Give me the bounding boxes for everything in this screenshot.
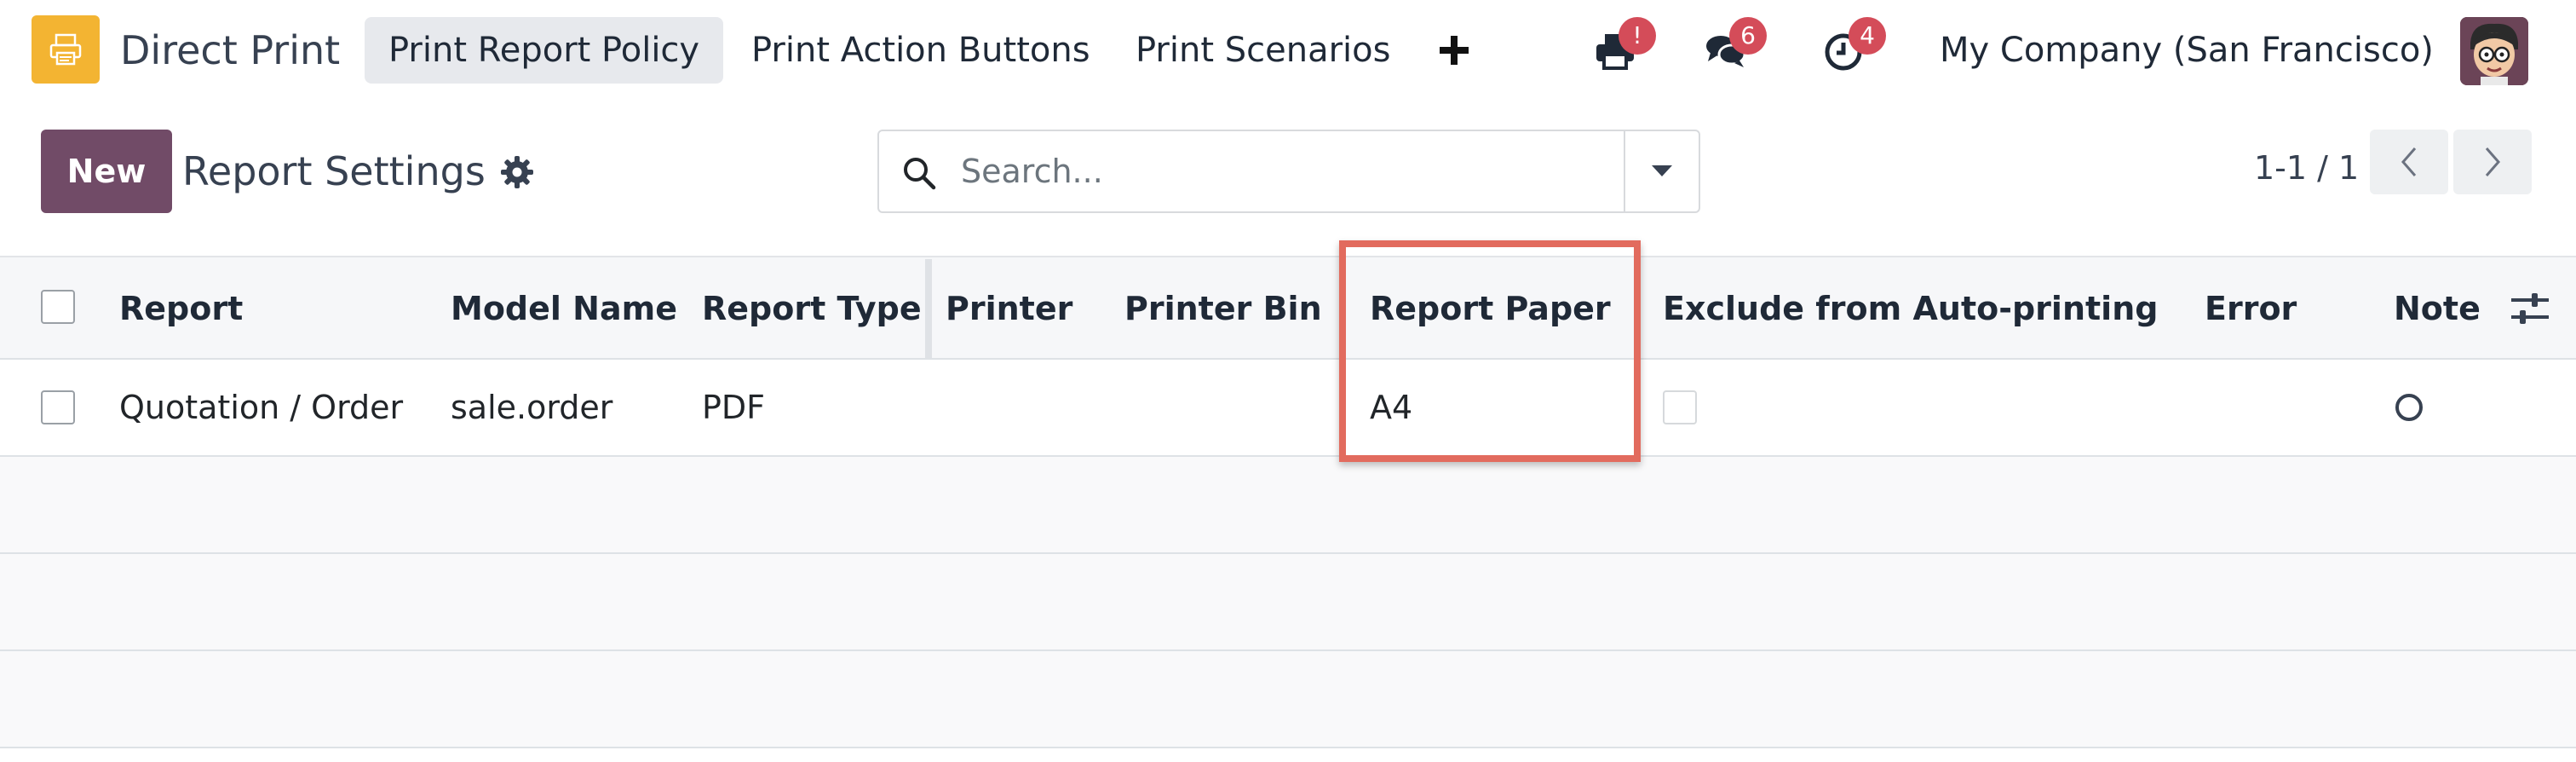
user-avatar[interactable] <box>2460 17 2528 85</box>
optional-columns-icon[interactable] <box>2510 290 2550 327</box>
column-header-report-type[interactable]: Report Type <box>702 257 922 360</box>
chevron-left-icon <box>2401 147 2417 176</box>
activities-badge: 4 <box>1849 17 1886 55</box>
printer-systray[interactable]: ! <box>1593 17 1656 73</box>
app-icon[interactable] <box>32 15 100 84</box>
column-header-model-name[interactable]: Model Name <box>451 257 677 360</box>
empty-row <box>0 457 2576 554</box>
avatar-face-icon <box>2460 17 2528 85</box>
menu-print-scenarios[interactable]: Print Scenarios <box>1112 17 1414 84</box>
plus-icon[interactable] <box>1436 32 1472 68</box>
table-row[interactable]: Quotation / Order sale.order PDF A4 <box>0 360 2576 457</box>
column-header-exclude-auto-printing[interactable]: Exclude from Auto-printing <box>1663 257 2158 360</box>
new-button[interactable]: New <box>41 130 172 213</box>
column-header-report-paper[interactable]: Report Paper <box>1370 257 1611 360</box>
column-header-error[interactable]: Error <box>2205 257 2297 360</box>
search-input[interactable] <box>961 131 1625 211</box>
activities-systray[interactable]: 4 <box>1823 17 1886 73</box>
column-header-printer[interactable]: Printer <box>946 257 1072 360</box>
column-resize-handle[interactable] <box>925 259 932 358</box>
printer-app-icon <box>49 33 82 66</box>
search-icon <box>904 158 936 190</box>
messages-systray[interactable]: 6 <box>1704 17 1767 73</box>
menu-print-action-buttons[interactable]: Print Action Buttons <box>727 17 1114 84</box>
select-all-checkbox[interactable] <box>41 290 75 324</box>
top-navbar: Direct Print Print Report Policy Print A… <box>0 0 2576 102</box>
cell-report-paper[interactable]: A4 <box>1370 360 1412 455</box>
cell-report[interactable]: Quotation / Order <box>119 360 403 455</box>
printer-badge: ! <box>1619 17 1656 55</box>
row-checkbox[interactable] <box>41 390 75 424</box>
circle-icon[interactable] <box>2395 394 2423 421</box>
app-name[interactable]: Direct Print <box>120 24 340 77</box>
search-options-toggle[interactable] <box>1624 131 1699 211</box>
search-bar <box>877 130 1700 213</box>
column-header-printer-bin[interactable]: Printer Bin <box>1124 257 1322 360</box>
empty-row <box>0 651 2576 748</box>
menu-print-report-policy[interactable]: Print Report Policy <box>365 17 724 84</box>
pager-value[interactable]: 1-1 / 1 <box>2254 141 2359 194</box>
caret-down-icon <box>1652 165 1672 176</box>
column-header-note[interactable]: Note <box>2394 257 2481 360</box>
messages-badge: 6 <box>1729 17 1767 55</box>
company-switcher[interactable]: My Company (San Francisco) <box>1940 24 2434 77</box>
cell-report-type[interactable]: PDF <box>702 360 765 455</box>
empty-row <box>0 554 2576 651</box>
pager-previous-button[interactable] <box>2370 130 2448 194</box>
chevron-right-icon <box>2485 147 2500 176</box>
pager-next-button[interactable] <box>2453 130 2532 194</box>
page-title[interactable]: Report Settings <box>182 145 486 198</box>
cell-model-name[interactable]: sale.order <box>451 360 612 455</box>
table-header: Report Model Name Report Type Printer Pr… <box>0 256 2576 360</box>
exclude-auto-printing-checkbox[interactable] <box>1663 390 1697 424</box>
column-header-report[interactable]: Report <box>119 257 243 360</box>
gear-icon[interactable] <box>499 154 535 190</box>
